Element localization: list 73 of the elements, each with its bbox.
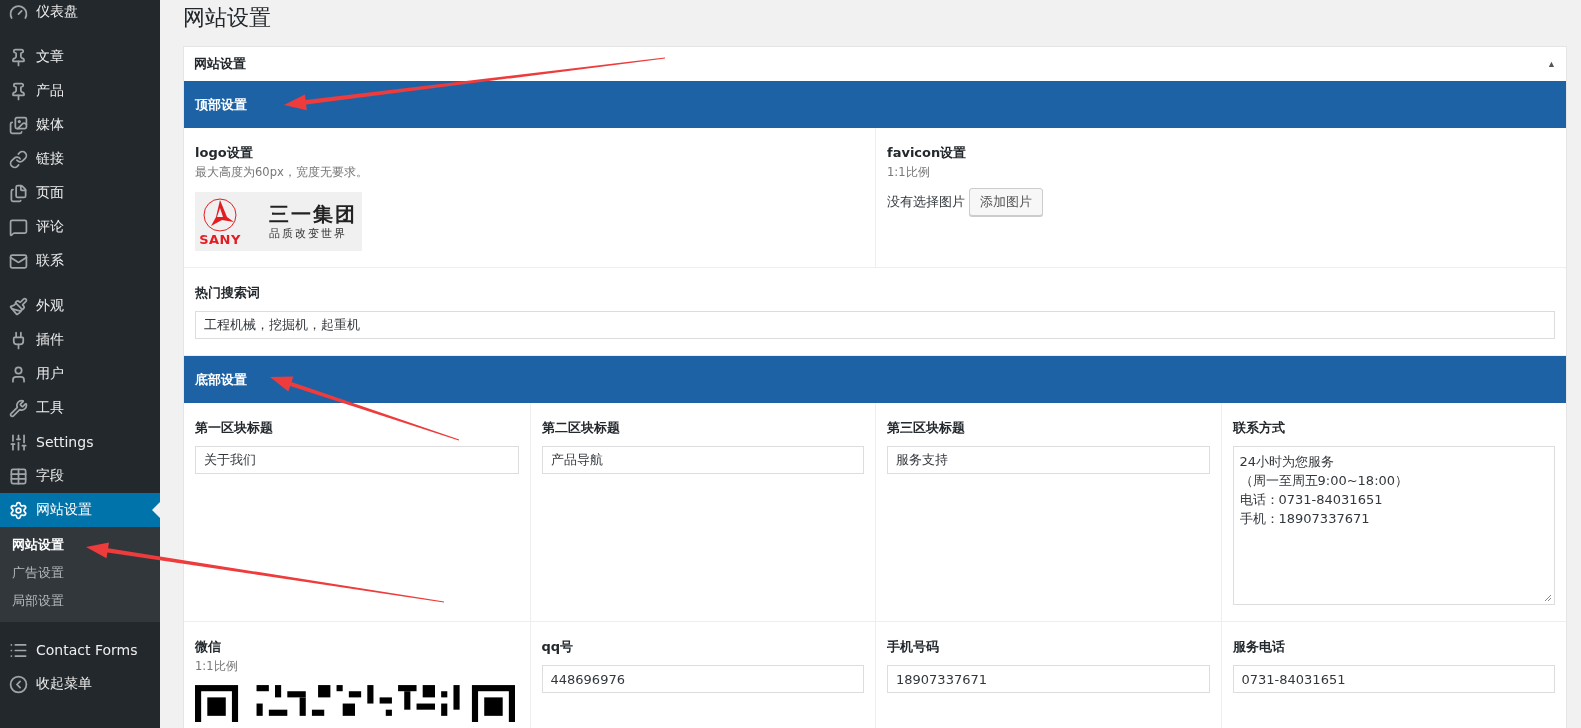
text-line: 24小时为您服务 [1239,453,1335,471]
text-field[interactable]: 工程机械，挖掘机，起重机 [195,311,1555,339]
text-field[interactable]: 服务支持 [887,446,1210,474]
menu-item[interactable]: 网站设置 [0,493,160,527]
field-label: 联系方式 [1232,419,1286,437]
upload-status: 没有选择图片 [887,193,965,211]
field-description: 1:1比例 [195,659,239,674]
section-header: 顶部设置 [184,81,1566,128]
submenu-item[interactable]: 广告设置 [0,559,160,587]
logo-name: 三一集团 [269,202,357,226]
menu-item[interactable]: 收起菜单 [0,667,160,701]
menu-item[interactable]: Settings [0,425,160,459]
field-label: 第一区块标题 [195,419,274,437]
field-label: logo设置 [195,144,254,162]
settings-icon [9,500,28,520]
field-label: 第三区块标题 [887,419,966,437]
field-label: qq号 [541,638,575,656]
menu-item[interactable]: 页面 [0,176,160,210]
field-description: 1:1比例 [887,165,931,180]
menu-item[interactable]: 工具 [0,391,160,425]
text-area[interactable]: 24小时为您服务 （周一至周五9:00~18:00） 电话：0731-84031651 手机：18907337671 [1232,446,1555,605]
collapse-icon [9,674,28,694]
pin-icon [9,47,28,67]
text-field[interactable]: 产品导航 [541,446,864,474]
field-label: 手机号码 [887,638,940,656]
field-description: 最大高度为60px，宽度无要求。 [195,165,369,180]
text-line: （周一至周五9:00~18:00） [1239,472,1409,490]
collapse-toggle[interactable]: ▲ [1547,59,1556,69]
user-icon [9,364,28,384]
submenu-item[interactable]: 网站设置 [0,531,160,559]
sliders-icon [9,432,28,452]
text-field[interactable]: 18907337671 [887,665,1210,693]
pages-icon [9,183,28,203]
menu-item[interactable]: 媒体 [0,108,160,142]
menu-item[interactable]: 评论 [0,210,160,244]
brush-icon [9,296,28,316]
menu-item[interactable]: 联系 [0,244,160,278]
resize-grip-icon[interactable] [1544,594,1552,602]
field-label: 微信 [195,638,222,656]
wrench-icon [9,398,28,418]
dashboard-icon [9,2,28,22]
menu-item[interactable]: 外观 [0,289,160,323]
mail-icon [9,251,28,271]
field-label: 第二区块标题 [541,419,621,437]
page-title: 网站设置 [183,4,271,32]
submenu-item[interactable]: 局部设置 [0,587,160,615]
add-image-button[interactable]: 添加图片 [969,188,1043,216]
menu-item[interactable]: 文章 [0,40,160,74]
emblem-icon [200,196,240,233]
logo-brand: SANY [199,232,241,247]
text-field[interactable]: 关于我们 [195,446,519,474]
panel-title: 网站设置 [194,55,246,73]
table-icon [9,466,28,486]
menu-item[interactable]: 产品 [0,74,160,108]
logo-slogan: 品质改变世界 [269,226,348,241]
menu-item[interactable]: 用户 [0,357,160,391]
menu-item[interactable]: 插件 [0,323,160,357]
link-icon [9,149,28,169]
text-field[interactable]: 0731-84031651 [1232,665,1555,693]
menu-item[interactable]: 仪表盘 [0,0,160,29]
images-icon [9,115,28,135]
section-header: 底部设置 [184,356,1566,403]
text-line: 电话：0731-84031651 [1239,491,1383,509]
field-label: favicon设置 [887,144,968,162]
field-label: 热门搜索词 [195,284,261,302]
text-line: 手机：18907337671 [1239,510,1370,528]
menu-item[interactable]: 字段 [0,459,160,493]
menu-item[interactable]: Contact Forms [0,633,160,667]
menu-item[interactable]: 链接 [0,142,160,176]
comment-icon [9,217,28,237]
pin-icon [9,81,28,101]
text-field[interactable]: 448696976 [541,665,864,693]
field-label: 服务电话 [1232,638,1286,656]
